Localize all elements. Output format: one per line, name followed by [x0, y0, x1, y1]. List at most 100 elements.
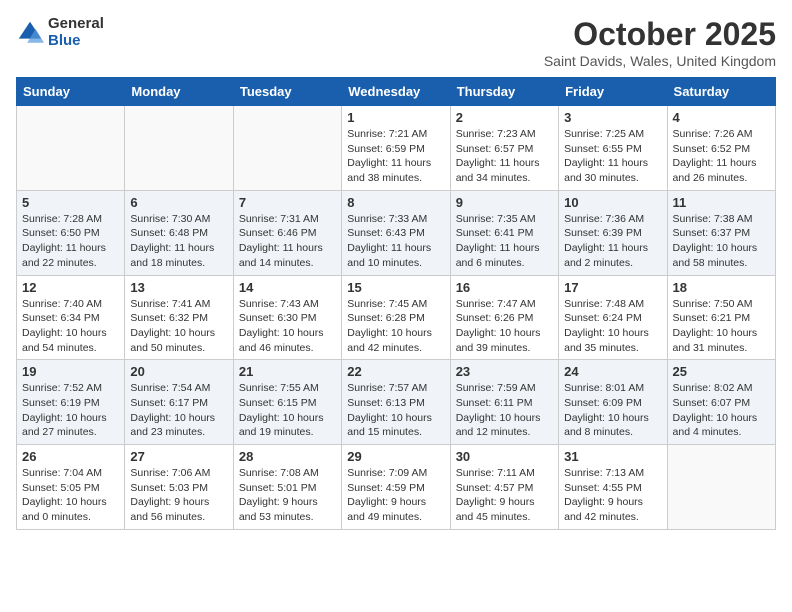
day-number: 18 — [673, 280, 770, 295]
calendar-cell: 3Sunrise: 7:25 AMSunset: 6:55 PMDaylight… — [559, 106, 667, 191]
cell-text: Sunrise: 7:08 AMSunset: 5:01 PMDaylight:… — [239, 466, 336, 525]
day-number: 3 — [564, 110, 661, 125]
calendar-header-row: SundayMondayTuesdayWednesdayThursdayFrid… — [17, 78, 776, 106]
day-number: 30 — [456, 449, 553, 464]
cell-text: Sunrise: 7:59 AMSunset: 6:11 PMDaylight:… — [456, 381, 553, 440]
cell-text: Sunrise: 7:52 AMSunset: 6:19 PMDaylight:… — [22, 381, 119, 440]
calendar-cell: 14 Sunrise: 7:43 AMSunset: 6:30 PMDayligh… — [233, 275, 341, 360]
day-number: 14 — [239, 280, 336, 295]
logo-blue-text: Blue — [48, 33, 104, 50]
day-number: 25 — [673, 364, 770, 379]
cell-text: Sunrise: 7:47 AMSunset: 6:26 PMDaylight:… — [456, 297, 553, 356]
calendar-cell: 23Sunrise: 7:59 AMSunset: 6:11 PMDayligh… — [450, 360, 558, 445]
column-header-friday: Friday — [559, 78, 667, 106]
day-number: 31 — [564, 449, 661, 464]
cell-text: Sunrise: 7:54 AMSunset: 6:17 PMDaylight:… — [130, 381, 227, 440]
calendar-cell: 1 Sunrise: 7:21 AMSunset: 6:59 PMDaylight… — [342, 106, 450, 191]
cell-text: Sunrise: 7:43 AMSunset: 6:30 PMDaylight:… — [239, 297, 336, 356]
calendar-cell — [125, 106, 233, 191]
column-header-monday: Monday — [125, 78, 233, 106]
day-number: 22 — [347, 364, 444, 379]
day-number: 24 — [564, 364, 661, 379]
calendar-cell: 20 Sunrise: 7:54 AMSunset: 6:17 PMDayligh… — [125, 360, 233, 445]
calendar-cell: 30 Sunrise: 7:11 AMSunset: 4:57 PMDayligh… — [450, 445, 558, 530]
cell-text: Sunrise: 7:21 AMSunset: 6:59 PMDaylight:… — [347, 127, 444, 186]
day-number: 26 — [22, 449, 119, 464]
calendar-cell: 27 Sunrise: 7:06 AMSunset: 5:03 PMDayligh… — [125, 445, 233, 530]
cell-text: Sunrise: 7:55 AMSunset: 6:15 PMDaylight:… — [239, 381, 336, 440]
calendar-cell: 19 Sunrise: 7:52 AMSunset: 6:19 PMDayligh… — [17, 360, 125, 445]
page-header: General Blue October 2025 Saint Davids, … — [16, 16, 776, 69]
location-text: Saint Davids, Wales, United Kingdom — [544, 53, 776, 69]
cell-text: Sunrise: 8:01 AMSunset: 6:09 PMDaylight:… — [564, 381, 661, 440]
calendar-cell: 6 Sunrise: 7:30 AMSunset: 6:48 PMDaylight… — [125, 190, 233, 275]
calendar-cell: 11Sunrise: 7:38 AMSunset: 6:37 PMDayligh… — [667, 190, 775, 275]
day-number: 21 — [239, 364, 336, 379]
calendar-cell — [17, 106, 125, 191]
day-number: 15 — [347, 280, 444, 295]
calendar-cell: 29Sunrise: 7:09 AMSunset: 4:59 PMDayligh… — [342, 445, 450, 530]
calendar-cell: 10Sunrise: 7:36 AMSunset: 6:39 PMDayligh… — [559, 190, 667, 275]
day-number: 12 — [22, 280, 119, 295]
calendar-cell: 9 Sunrise: 7:35 AMSunset: 6:41 PMDaylight… — [450, 190, 558, 275]
calendar-cell: 24 Sunrise: 8:01 AMSunset: 6:09 PMDayligh… — [559, 360, 667, 445]
day-number: 16 — [456, 280, 553, 295]
calendar-cell: 31 Sunrise: 7:13 AMSunset: 4:55 PMDayligh… — [559, 445, 667, 530]
calendar-week-row: 26 Sunrise: 7:04 AMSunset: 5:05 PMDayligh… — [17, 445, 776, 530]
day-number: 9 — [456, 195, 553, 210]
logo: General Blue — [16, 16, 104, 49]
day-number: 28 — [239, 449, 336, 464]
cell-text: Sunrise: 7:30 AMSunset: 6:48 PMDaylight:… — [130, 212, 227, 271]
day-number: 1 — [347, 110, 444, 125]
calendar-cell: 25Sunrise: 8:02 AMSunset: 6:07 PMDayligh… — [667, 360, 775, 445]
calendar-cell: 12 Sunrise: 7:40 AMSunset: 6:34 PMDayligh… — [17, 275, 125, 360]
cell-text: Sunrise: 7:11 AMSunset: 4:57 PMDaylight:… — [456, 466, 553, 525]
day-number: 7 — [239, 195, 336, 210]
cell-text: Sunrise: 7:50 AMSunset: 6:21 PMDaylight:… — [673, 297, 770, 356]
cell-text: Sunrise: 7:28 AMSunset: 6:50 PMDaylight:… — [22, 212, 119, 271]
calendar-cell: 22Sunrise: 7:57 AMSunset: 6:13 PMDayligh… — [342, 360, 450, 445]
cell-text: Sunrise: 7:40 AMSunset: 6:34 PMDaylight:… — [22, 297, 119, 356]
calendar-cell: 4 Sunrise: 7:26 AMSunset: 6:52 PMDaylight… — [667, 106, 775, 191]
day-number: 19 — [22, 364, 119, 379]
day-number: 10 — [564, 195, 661, 210]
logo-general-text: General — [48, 16, 104, 33]
calendar-cell: 5 Sunrise: 7:28 AMSunset: 6:50 PMDaylight… — [17, 190, 125, 275]
cell-text: Sunrise: 7:09 AMSunset: 4:59 PMDaylight:… — [347, 466, 444, 525]
calendar-cell: 16 Sunrise: 7:47 AMSunset: 6:26 PMDayligh… — [450, 275, 558, 360]
calendar-cell: 15Sunrise: 7:45 AMSunset: 6:28 PMDayligh… — [342, 275, 450, 360]
calendar-cell: 21 Sunrise: 7:55 AMSunset: 6:15 PMDayligh… — [233, 360, 341, 445]
cell-text: Sunrise: 7:31 AMSunset: 6:46 PMDaylight:… — [239, 212, 336, 271]
day-number: 6 — [130, 195, 227, 210]
title-block: October 2025 Saint Davids, Wales, United… — [544, 16, 776, 69]
column-header-wednesday: Wednesday — [342, 78, 450, 106]
calendar-week-row: 1 Sunrise: 7:21 AMSunset: 6:59 PMDaylight… — [17, 106, 776, 191]
calendar-week-row: 5 Sunrise: 7:28 AMSunset: 6:50 PMDaylight… — [17, 190, 776, 275]
cell-text: Sunrise: 7:06 AMSunset: 5:03 PMDaylight:… — [130, 466, 227, 525]
calendar-cell — [233, 106, 341, 191]
cell-text: Sunrise: 7:23 AMSunset: 6:57 PMDaylight:… — [456, 127, 553, 186]
cell-text: Sunrise: 7:35 AMSunset: 6:41 PMDaylight:… — [456, 212, 553, 271]
day-number: 17 — [564, 280, 661, 295]
cell-text: Sunrise: 7:38 AMSunset: 6:37 PMDaylight:… — [673, 212, 770, 271]
calendar-cell: 18 Sunrise: 7:50 AMSunset: 6:21 PMDayligh… — [667, 275, 775, 360]
month-title: October 2025 — [544, 16, 776, 53]
calendar-cell: 13Sunrise: 7:41 AMSunset: 6:32 PMDayligh… — [125, 275, 233, 360]
cell-text: Sunrise: 7:13 AMSunset: 4:55 PMDaylight:… — [564, 466, 661, 525]
column-header-sunday: Sunday — [17, 78, 125, 106]
day-number: 27 — [130, 449, 227, 464]
day-number: 4 — [673, 110, 770, 125]
column-header-tuesday: Tuesday — [233, 78, 341, 106]
day-number: 20 — [130, 364, 227, 379]
column-header-thursday: Thursday — [450, 78, 558, 106]
cell-text: Sunrise: 7:04 AMSunset: 5:05 PMDaylight:… — [22, 466, 119, 525]
logo-icon — [16, 19, 44, 47]
calendar-cell: 7 Sunrise: 7:31 AMSunset: 6:46 PMDaylight… — [233, 190, 341, 275]
calendar-cell: 28 Sunrise: 7:08 AMSunset: 5:01 PMDayligh… — [233, 445, 341, 530]
calendar-cell: 17 Sunrise: 7:48 AMSunset: 6:24 PMDayligh… — [559, 275, 667, 360]
calendar-week-row: 19 Sunrise: 7:52 AMSunset: 6:19 PMDayligh… — [17, 360, 776, 445]
cell-text: Sunrise: 7:48 AMSunset: 6:24 PMDaylight:… — [564, 297, 661, 356]
column-header-saturday: Saturday — [667, 78, 775, 106]
cell-text: Sunrise: 7:26 AMSunset: 6:52 PMDaylight:… — [673, 127, 770, 186]
day-number: 5 — [22, 195, 119, 210]
